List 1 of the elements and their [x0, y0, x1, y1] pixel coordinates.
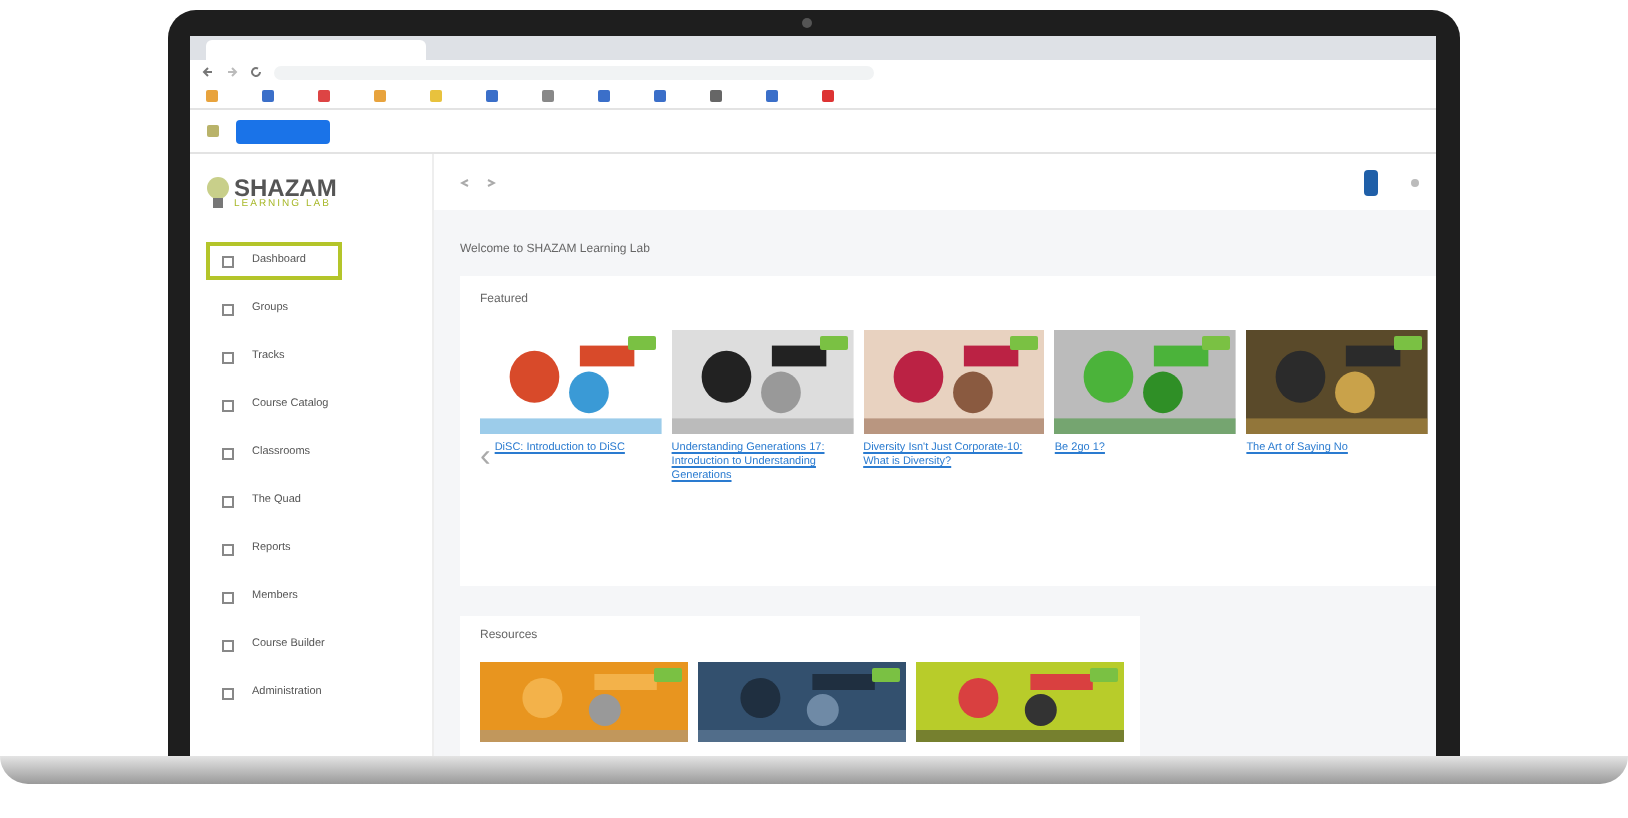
logo-text: SHAZAM	[234, 175, 337, 199]
